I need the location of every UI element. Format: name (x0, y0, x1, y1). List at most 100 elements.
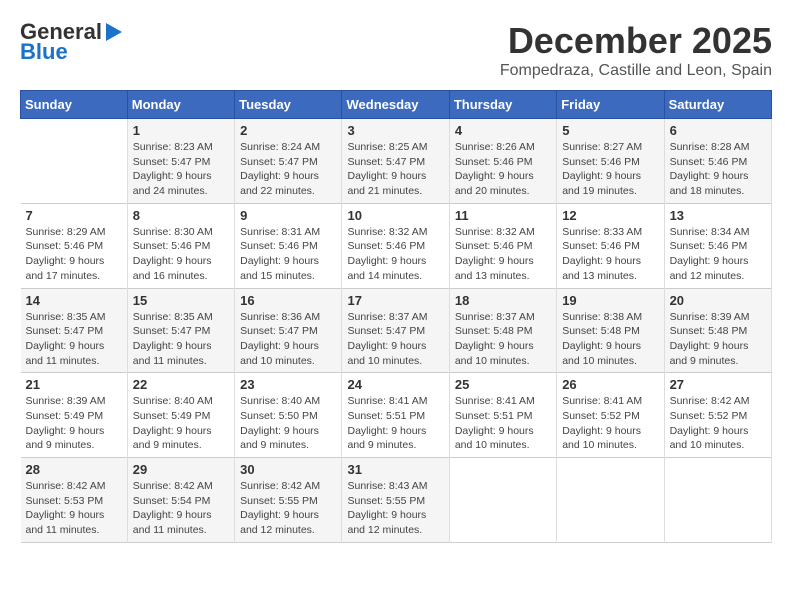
day-info: Sunrise: 8:41 AM Sunset: 5:51 PM Dayligh… (347, 394, 443, 453)
day-number: 23 (240, 377, 336, 392)
calendar-week-row: 21Sunrise: 8:39 AM Sunset: 5:49 PM Dayli… (21, 373, 772, 458)
day-number: 29 (133, 462, 229, 477)
calendar-cell: 22Sunrise: 8:40 AM Sunset: 5:49 PM Dayli… (127, 373, 234, 458)
calendar-week-row: 28Sunrise: 8:42 AM Sunset: 5:53 PM Dayli… (21, 458, 772, 543)
calendar-table: Sunday Monday Tuesday Wednesday Thursday… (20, 90, 772, 543)
title-area: December 2025 Fompedraza, Castille and L… (500, 20, 772, 80)
calendar-week-row: 1 Sunrise: 8:23 AM Sunset: 5:47 PM Daylig… (21, 119, 772, 204)
day-info: Sunrise: 8:35 AM Sunset: 5:47 PM Dayligh… (133, 310, 229, 369)
day-info: Sunrise: 8:42 AM Sunset: 5:55 PM Dayligh… (240, 479, 336, 538)
header-saturday: Saturday (664, 91, 771, 119)
day-info: Sunrise: 8:26 AM Sunset: 5:46 PM Dayligh… (455, 140, 551, 199)
day-number: 7 (26, 208, 122, 223)
day-number: 6 (670, 123, 766, 138)
calendar-cell: 2Sunrise: 8:24 AM Sunset: 5:47 PM Daylig… (235, 119, 342, 204)
calendar-header: Sunday Monday Tuesday Wednesday Thursday… (21, 91, 772, 119)
day-number: 14 (26, 293, 122, 308)
day-info: Sunrise: 8:37 AM Sunset: 5:48 PM Dayligh… (455, 310, 551, 369)
day-info: Sunrise: 8:42 AM Sunset: 5:54 PM Dayligh… (133, 479, 229, 538)
calendar-cell: 1 Sunrise: 8:23 AM Sunset: 5:47 PM Daylig… (127, 119, 234, 204)
calendar-cell (21, 119, 128, 204)
day-number: 17 (347, 293, 443, 308)
day-number: 30 (240, 462, 336, 477)
day-info: Sunrise: 8:43 AM Sunset: 5:55 PM Dayligh… (347, 479, 443, 538)
header-wednesday: Wednesday (342, 91, 449, 119)
calendar-cell: 20 Sunrise: 8:39 AM Sunset: 5:48 PM Dayli… (664, 288, 771, 373)
location-title: Fompedraza, Castille and Leon, Spain (500, 62, 772, 80)
day-number: 5 (562, 123, 658, 138)
day-number: 2 (240, 123, 336, 138)
day-info: Sunrise: 8:41 AM Sunset: 5:52 PM Dayligh… (562, 394, 658, 453)
logo-arrow-icon (106, 23, 122, 41)
day-number: 11 (455, 208, 551, 223)
header-row: Sunday Monday Tuesday Wednesday Thursday… (21, 91, 772, 119)
day-number: 10 (347, 208, 443, 223)
day-info: Sunrise: 8:29 AM Sunset: 5:46 PM Dayligh… (26, 225, 122, 284)
day-info: Sunrise: 8:38 AM Sunset: 5:48 PM Dayligh… (562, 310, 658, 369)
day-info: Sunrise: 8:27 AM Sunset: 5:46 PM Dayligh… (562, 140, 658, 199)
day-number: 22 (133, 377, 229, 392)
calendar-cell: 11 Sunrise: 8:32 AM Sunset: 5:46 PM Dayli… (449, 203, 556, 288)
calendar-cell: 26 Sunrise: 8:41 AM Sunset: 5:52 PM Dayli… (557, 373, 664, 458)
day-number: 3 (347, 123, 443, 138)
calendar-cell: 30 Sunrise: 8:42 AM Sunset: 5:55 PM Dayli… (235, 458, 342, 543)
calendar-cell: 6 Sunrise: 8:28 AM Sunset: 5:46 PM Daylig… (664, 119, 771, 204)
header-thursday: Thursday (449, 91, 556, 119)
calendar-cell: 19 Sunrise: 8:38 AM Sunset: 5:48 PM Dayli… (557, 288, 664, 373)
day-info: Sunrise: 8:39 AM Sunset: 5:48 PM Dayligh… (670, 310, 766, 369)
header-monday: Monday (127, 91, 234, 119)
day-number: 24 (347, 377, 443, 392)
month-title: December 2025 (500, 20, 772, 62)
calendar-cell: 9Sunrise: 8:31 AM Sunset: 5:46 PM Daylig… (235, 203, 342, 288)
calendar-cell: 27Sunrise: 8:42 AM Sunset: 5:52 PM Dayli… (664, 373, 771, 458)
day-info: Sunrise: 8:32 AM Sunset: 5:46 PM Dayligh… (347, 225, 443, 284)
calendar-week-row: 14 Sunrise: 8:35 AM Sunset: 5:47 PM Dayli… (21, 288, 772, 373)
day-number: 31 (347, 462, 443, 477)
calendar-cell: 24 Sunrise: 8:41 AM Sunset: 5:51 PM Dayli… (342, 373, 449, 458)
day-number: 13 (670, 208, 766, 223)
calendar-cell: 17 Sunrise: 8:37 AM Sunset: 5:47 PM Dayli… (342, 288, 449, 373)
day-info: Sunrise: 8:30 AM Sunset: 5:46 PM Dayligh… (133, 225, 229, 284)
day-number: 28 (26, 462, 122, 477)
calendar-cell: 14Sunrise: 8:35 AM Sunset: 5:47 PM Dayli… (21, 288, 128, 373)
day-info: Sunrise: 8:25 AM Sunset: 5:47 PM Dayligh… (347, 140, 443, 199)
calendar-cell (557, 458, 664, 543)
calendar-cell: 4 Sunrise: 8:26 AM Sunset: 5:46 PM Daylig… (449, 119, 556, 204)
day-info: Sunrise: 8:40 AM Sunset: 5:50 PM Dayligh… (240, 394, 336, 453)
header-tuesday: Tuesday (235, 91, 342, 119)
calendar-cell (449, 458, 556, 543)
day-info: Sunrise: 8:32 AM Sunset: 5:46 PM Dayligh… (455, 225, 551, 284)
day-number: 4 (455, 123, 551, 138)
day-info: Sunrise: 8:42 AM Sunset: 5:52 PM Dayligh… (670, 394, 766, 453)
calendar-cell: 18 Sunrise: 8:37 AM Sunset: 5:48 PM Dayli… (449, 288, 556, 373)
day-number: 20 (670, 293, 766, 308)
day-number: 15 (133, 293, 229, 308)
day-number: 16 (240, 293, 336, 308)
calendar-cell: 28Sunrise: 8:42 AM Sunset: 5:53 PM Dayli… (21, 458, 128, 543)
day-number: 19 (562, 293, 658, 308)
day-number: 18 (455, 293, 551, 308)
calendar-cell: 29 Sunrise: 8:42 AM Sunset: 5:54 PM Dayli… (127, 458, 234, 543)
calendar-cell: 10 Sunrise: 8:32 AM Sunset: 5:46 PM Dayli… (342, 203, 449, 288)
day-info: Sunrise: 8:37 AM Sunset: 5:47 PM Dayligh… (347, 310, 443, 369)
day-number: 12 (562, 208, 658, 223)
logo: General Blue (20, 20, 122, 64)
calendar-cell: 21Sunrise: 8:39 AM Sunset: 5:49 PM Dayli… (21, 373, 128, 458)
day-info: Sunrise: 8:41 AM Sunset: 5:51 PM Dayligh… (455, 394, 551, 453)
day-info: Sunrise: 8:23 AM Sunset: 5:47 PM Dayligh… (133, 140, 229, 199)
calendar-body: 1 Sunrise: 8:23 AM Sunset: 5:47 PM Daylig… (21, 119, 772, 543)
header-sunday: Sunday (21, 91, 128, 119)
calendar-cell: 15 Sunrise: 8:35 AM Sunset: 5:47 PM Dayli… (127, 288, 234, 373)
day-number: 1 (133, 123, 229, 138)
day-number: 21 (26, 377, 122, 392)
header-friday: Friday (557, 91, 664, 119)
day-info: Sunrise: 8:36 AM Sunset: 5:47 PM Dayligh… (240, 310, 336, 369)
calendar-cell: 5 Sunrise: 8:27 AM Sunset: 5:46 PM Daylig… (557, 119, 664, 204)
calendar-cell: 13Sunrise: 8:34 AM Sunset: 5:46 PM Dayli… (664, 203, 771, 288)
calendar-cell: 12 Sunrise: 8:33 AM Sunset: 5:46 PM Dayli… (557, 203, 664, 288)
day-info: Sunrise: 8:33 AM Sunset: 5:46 PM Dayligh… (562, 225, 658, 284)
day-number: 9 (240, 208, 336, 223)
day-number: 26 (562, 377, 658, 392)
day-info: Sunrise: 8:28 AM Sunset: 5:46 PM Dayligh… (670, 140, 766, 199)
calendar-week-row: 7 Sunrise: 8:29 AM Sunset: 5:46 PM Daylig… (21, 203, 772, 288)
